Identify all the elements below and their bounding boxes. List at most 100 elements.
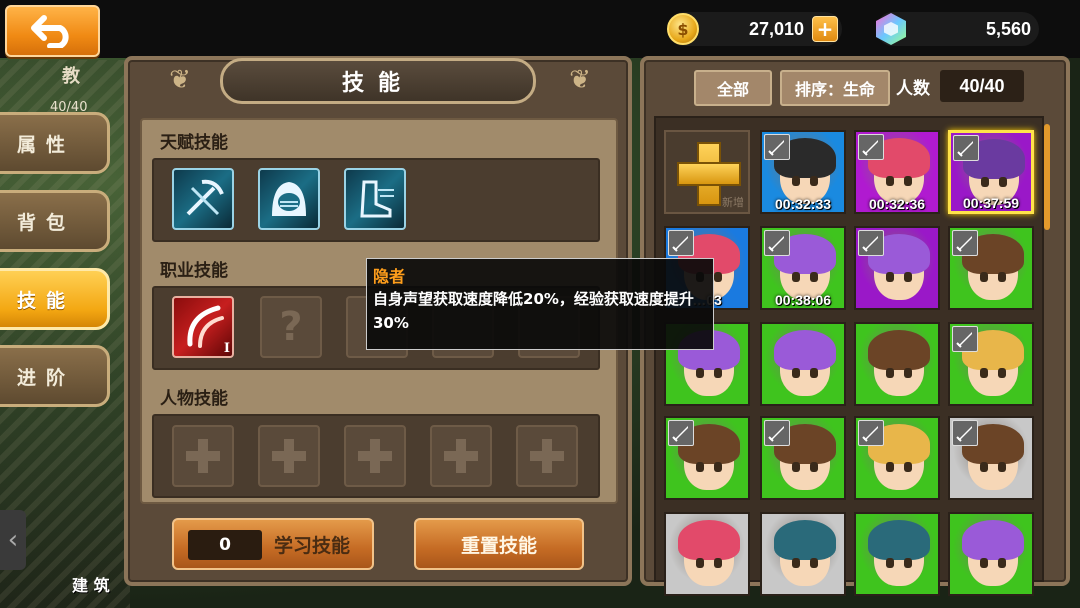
sword-icon <box>858 420 884 446</box>
hero-hair <box>962 520 1024 560</box>
hero-card[interactable] <box>664 416 750 500</box>
hero-eye <box>792 176 800 186</box>
back-button[interactable] <box>5 5 100 57</box>
build-label: 建 筑 <box>72 576 110 595</box>
hero-card[interactable] <box>948 512 1034 596</box>
skill-points-count: 0 <box>188 530 262 560</box>
learn-skill-button[interactable]: 0 学习技能 <box>172 518 374 570</box>
hero-eye <box>886 176 894 186</box>
hero-eye <box>792 558 800 568</box>
plus-icon <box>530 439 564 473</box>
coin-counter: $ 27,010 + <box>667 12 842 46</box>
reset-skill-button[interactable]: 重置技能 <box>414 518 584 570</box>
filter-all-button[interactable]: 全部 <box>694 70 772 106</box>
skill-level: I <box>223 341 230 356</box>
sword-icon <box>952 230 978 256</box>
sidebar-item-label: 技能 <box>17 289 76 312</box>
hero-eye <box>810 368 818 378</box>
character-skills-label: 人物技能 <box>160 389 228 409</box>
chevron-left-icon[interactable]: ‹ <box>0 510 26 570</box>
sword-icon <box>764 134 790 160</box>
hero-eye <box>981 177 989 187</box>
boot-skill-icon[interactable] <box>344 168 406 230</box>
sword-icon <box>764 420 790 446</box>
hero-card[interactable] <box>760 416 846 500</box>
add-skill-slot[interactable] <box>172 425 234 487</box>
hero-eye <box>714 368 722 378</box>
hero-timer: 00:38:06 <box>774 292 832 308</box>
plus-icon <box>272 439 306 473</box>
hero-eye <box>904 558 912 568</box>
tooltip-title: 隐者 <box>373 267 406 286</box>
sidebar-item-label: 进阶 <box>17 366 76 389</box>
pickaxe-skill-icon[interactable] <box>172 168 234 230</box>
talent-skills-label: 天赋技能 <box>160 133 228 153</box>
hero-eye <box>810 272 818 282</box>
locked-skill-slot[interactable]: ? <box>260 296 322 358</box>
add-skill-slot[interactable] <box>516 425 578 487</box>
add-coins-button[interactable]: + <box>812 16 838 42</box>
hero-eye <box>792 368 800 378</box>
sidebar-item-advance[interactable]: 进阶 <box>0 345 110 407</box>
sidebar-item-attributes[interactable]: 属性 <box>0 112 110 174</box>
add-skill-slot[interactable] <box>258 425 320 487</box>
hero-card[interactable]: 00:38:06 <box>760 226 846 310</box>
hero-card[interactable] <box>760 322 846 406</box>
hero-card[interactable] <box>854 512 940 596</box>
hero-eye <box>696 558 704 568</box>
hero-hair <box>774 520 836 560</box>
sword-icon <box>952 326 978 352</box>
hero-card[interactable] <box>664 512 750 596</box>
sidebar-item-label: 属性 <box>17 133 76 156</box>
hero-eye <box>696 462 704 472</box>
sidebar-item-skills[interactable]: 技能 <box>0 268 110 330</box>
hero-eye <box>886 272 894 282</box>
hero-card[interactable]: 00:32:36 <box>854 130 940 214</box>
add-skill-slot[interactable] <box>344 425 406 487</box>
back-arrow-icon <box>30 15 69 48</box>
hero-eye <box>980 272 988 282</box>
sword-icon <box>764 230 790 256</box>
plus-icon <box>444 439 478 473</box>
sword-icon <box>953 135 979 161</box>
hero-eye <box>980 462 988 472</box>
add-skill-slot[interactable] <box>430 425 492 487</box>
hood-skill-icon[interactable] <box>258 168 320 230</box>
sword-icon <box>668 230 694 256</box>
hero-eye <box>904 176 912 186</box>
hero-eye <box>886 462 894 472</box>
hero-card[interactable] <box>854 322 940 406</box>
hero-timer: 00:32:36 <box>868 196 926 212</box>
hero-card[interactable] <box>948 416 1034 500</box>
sword-icon <box>858 230 884 256</box>
background-tab-label: 教 <box>62 66 80 87</box>
sidebar-item-bag[interactable]: 背包 <box>0 190 110 252</box>
sword-icon <box>952 420 978 446</box>
hero-card[interactable] <box>854 226 940 310</box>
hero-card[interactable] <box>760 512 846 596</box>
hero-eye <box>886 558 894 568</box>
hero-card[interactable]: 00:32:33 <box>760 130 846 214</box>
hero-eye <box>980 368 988 378</box>
gem-icon <box>876 13 906 45</box>
hero-card[interactable] <box>948 226 1034 310</box>
hero-card[interactable] <box>948 322 1034 406</box>
hero-eye <box>980 558 988 568</box>
hero-eye <box>696 368 704 378</box>
sort-button[interactable]: 排序：生命 <box>780 70 890 106</box>
coin-icon: $ <box>667 13 699 45</box>
scrollbar[interactable] <box>1044 124 1050 230</box>
hero-card[interactable]: 00:37:59 <box>948 130 1034 214</box>
hero-hair <box>868 330 930 370</box>
claw-skill-icon[interactable]: I <box>172 296 234 358</box>
hero-hair <box>774 330 836 370</box>
hero-card[interactable] <box>854 416 940 500</box>
hero-eye <box>886 368 894 378</box>
class-skills-label: 职业技能 <box>160 261 228 281</box>
hero-eye <box>792 462 800 472</box>
hero-eye <box>904 272 912 282</box>
sword-icon <box>858 134 884 160</box>
hero-eye <box>714 272 722 282</box>
tooltip-description: 自身声望获取速度降低20%，经验获取速度提升30% <box>373 290 694 332</box>
add-hero-button[interactable]: 新增 <box>664 130 750 214</box>
